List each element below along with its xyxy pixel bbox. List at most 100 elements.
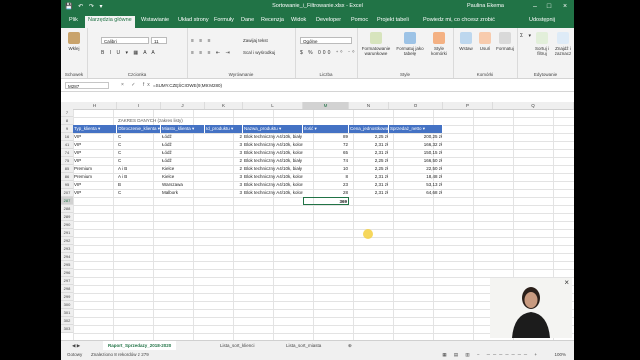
font-format-icons[interactable]: B I U ▾ ▦ A A <box>101 50 157 56</box>
table-cell[interactable]: Kielce <box>161 165 205 173</box>
table-cell[interactable]: 2 <box>205 165 243 173</box>
column-header-h[interactable]: H <box>73 102 117 109</box>
table-cell[interactable]: C <box>117 133 161 141</box>
table-cell[interactable]: Łódź <box>161 149 205 157</box>
table-cell[interactable]: C <box>117 157 161 165</box>
table-cell[interactable]: 2,31 zł <box>349 173 389 181</box>
table-cell[interactable]: 3 <box>205 189 243 197</box>
row-header[interactable]: 7 <box>61 109 73 117</box>
table-cell[interactable]: C <box>117 141 161 149</box>
filter-header[interactable]: Nazwa_produktu ▾ <box>243 125 303 133</box>
data-range-label[interactable]: ZAKRES DANYCH (zakres listy) <box>117 117 267 125</box>
column-header-i[interactable]: I <box>117 102 161 109</box>
table-cell[interactable]: Kielce <box>161 173 205 181</box>
row-header[interactable]: 300 <box>61 301 73 309</box>
user-name[interactable]: Paulina Ekema <box>467 3 504 9</box>
table-cell[interactable]: VIP <box>73 149 117 157</box>
table-cell[interactable]: 2,31 zł <box>349 189 389 197</box>
table-cell[interactable]: Łódź <box>161 133 205 141</box>
table-cell[interactable]: 166,32 zł <box>389 141 443 149</box>
table-cell[interactable]: Blok techniczny A4/10k, biały <box>243 157 303 165</box>
filter-header[interactable]: Typ_klienta ▾ <box>73 125 117 133</box>
row-header[interactable]: 207 <box>61 189 73 197</box>
tab-developer[interactable]: Developer <box>316 17 341 23</box>
table-cell[interactable]: 2 <box>205 157 243 165</box>
delete-cells-button[interactable]: Usuń <box>476 32 494 51</box>
row-header[interactable]: 95 <box>61 181 73 189</box>
table-cell[interactable]: Blok techniczny A4/10k, kolorowy <box>243 141 303 149</box>
filter-header[interactable]: Id_produktu ▾ <box>205 125 243 133</box>
row-header[interactable]: 85 <box>61 165 73 173</box>
number-format-select[interactable]: Ogólne <box>300 37 352 44</box>
table-cell[interactable]: Premium <box>73 173 117 181</box>
view-mode-icons[interactable]: ▦ ▤ ▥ − ─────── + <box>442 350 540 360</box>
table-cell[interactable]: C <box>117 189 161 197</box>
sheet-tab-miasta[interactable]: Lista_sort_miasta <box>281 341 326 350</box>
row-header[interactable]: 294 <box>61 253 73 261</box>
table-cell[interactable]: VIP <box>73 141 117 149</box>
name-box[interactable]: M287 <box>65 82 109 89</box>
column-header-j[interactable]: J <box>161 102 205 109</box>
sheet-tab-klienci[interactable]: Lista_sort_klienci <box>215 341 260 350</box>
filter-header[interactable]: Miasto_klienta ▾ <box>161 125 205 133</box>
table-cell[interactable]: VIP <box>73 181 117 189</box>
table-cell[interactable]: Łódź <box>161 141 205 149</box>
table-cell[interactable]: Premium <box>73 165 117 173</box>
align-top-icons[interactable]: ≡ ≡ ≡ <box>191 38 213 44</box>
tab-plik[interactable]: Plik <box>69 17 78 23</box>
row-header[interactable]: 290 <box>61 221 73 229</box>
filter-header[interactable]: Cena_jednostkowa_netto ▾ <box>349 125 389 133</box>
sum-icon[interactable]: Σ ▾ <box>520 33 533 39</box>
row-header[interactable]: 301 <box>61 309 73 317</box>
row-header[interactable]: 16 <box>61 133 73 141</box>
row-header[interactable]: 9 <box>61 125 73 133</box>
row-header[interactable]: 292 <box>61 237 73 245</box>
tab-insert[interactable]: Wstawianie <box>141 17 169 23</box>
table-cell[interactable]: 3 <box>205 149 243 157</box>
close-webcam-icon[interactable]: × <box>564 278 569 287</box>
row-header[interactable]: 288 <box>61 205 73 213</box>
table-cell[interactable]: 8 <box>303 173 349 181</box>
table-cell[interactable]: 10 <box>303 165 349 173</box>
tab-table-design[interactable]: Projekt tabeli <box>377 17 409 23</box>
tab-page-layout[interactable]: Układ strony <box>178 17 209 23</box>
column-header-o[interactable]: O <box>389 102 443 109</box>
merge-center-button[interactable]: Scal i wyśrodkuj <box>243 50 275 55</box>
table-cell[interactable]: 53,13 zł <box>389 181 443 189</box>
column-header-k[interactable]: K <box>205 102 243 109</box>
insert-cells-button[interactable]: Wstaw <box>457 32 475 51</box>
row-header[interactable]: 41 <box>61 141 73 149</box>
table-cell[interactable]: 2,31 zł <box>349 149 389 157</box>
sort-filter-button[interactable]: Sortuj i filtruj <box>533 32 551 56</box>
row-header[interactable]: 296 <box>61 269 73 277</box>
column-header-l[interactable]: L <box>243 102 303 109</box>
table-cell[interactable]: 64,68 zł <box>389 189 443 197</box>
column-header-n[interactable]: N <box>349 102 389 109</box>
minimize-icon[interactable]: – <box>530 2 540 12</box>
table-cell[interactable]: B <box>117 181 161 189</box>
table-cell[interactable]: 22,50 zł <box>389 165 443 173</box>
table-cell[interactable]: 2 <box>205 133 243 141</box>
table-cell[interactable]: Blok techniczny A4/10k, kolorowy <box>243 189 303 197</box>
table-cell[interactable]: A i B <box>117 173 161 181</box>
table-cell[interactable]: Blok techniczny A4/10k, kolorowy <box>243 173 303 181</box>
row-header[interactable]: 303 <box>61 325 73 333</box>
column-header-m[interactable]: M <box>303 102 349 109</box>
table-cell[interactable]: Malbork <box>161 189 205 197</box>
filter-header[interactable]: Obroczenie_klienta ▾ <box>117 125 161 133</box>
find-select-button[interactable]: Znajdź i zaznacz <box>553 32 573 56</box>
row-header[interactable]: 291 <box>61 229 73 237</box>
zoom-level[interactable]: 100% <box>554 350 566 360</box>
sheet-nav-arrows[interactable]: ◀ ▶ <box>67 341 85 350</box>
table-cell[interactable]: Warszawa <box>161 181 205 189</box>
table-cell[interactable]: 74 <box>303 157 349 165</box>
row-header[interactable]: 298 <box>61 285 73 293</box>
row-header[interactable]: 289 <box>61 213 73 221</box>
table-cell[interactable]: 2,25 zł <box>349 157 389 165</box>
align-bottom-icons[interactable]: ≡ ≡ ≡ ⇤ ⇥ <box>191 50 232 56</box>
table-cell[interactable]: 72 <box>303 141 349 149</box>
column-header-q[interactable]: Q <box>493 102 574 109</box>
table-cell[interactable]: A i B <box>117 165 161 173</box>
number-format-icons[interactable]: $ % 000 ⁺⁰ ⁻⁰ <box>300 50 356 56</box>
format-cells-button[interactable]: Formatuj <box>495 32 515 51</box>
